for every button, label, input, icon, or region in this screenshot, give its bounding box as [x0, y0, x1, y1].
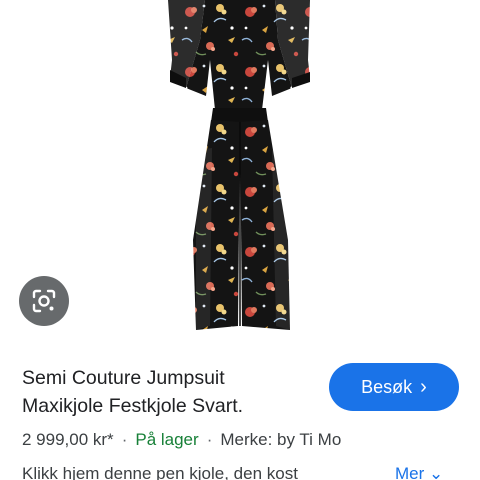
product-description: Klikk hjem denne pen kjole, den kost — [22, 464, 298, 480]
more-button[interactable]: Mer ⌄ — [395, 463, 443, 480]
visit-button-label: Besøk — [361, 376, 413, 397]
product-meta-row: 2 999,00 kr* · På lager · Merke: by Ti Mo — [22, 429, 341, 451]
product-title[interactable]: Semi Couture Jumpsuit Maxikjole Festkjol… — [22, 364, 322, 420]
product-image-area[interactable] — [0, 0, 480, 350]
visit-button[interactable]: Besøk › — [329, 363, 459, 411]
separator-dot: · — [121, 430, 128, 449]
brand: Merke: by Ti Mo — [220, 430, 342, 449]
product-info-panel: Semi Couture Jumpsuit Maxikjole Festkjol… — [0, 350, 480, 480]
lens-search-button[interactable] — [19, 276, 69, 326]
price: 2 999,00 kr* — [22, 430, 114, 449]
stock-status: På lager — [135, 430, 199, 449]
chevron-right-icon: › — [420, 376, 427, 398]
product-title-line-1[interactable]: Semi Couture Jumpsuit — [22, 364, 322, 392]
product-image-jumpsuit[interactable] — [0, 0, 480, 350]
google-lens-icon — [32, 289, 56, 313]
product-title-line-2[interactable]: Maxikjole Festkjole Svart. — [22, 392, 322, 420]
separator-dot: · — [206, 430, 213, 449]
